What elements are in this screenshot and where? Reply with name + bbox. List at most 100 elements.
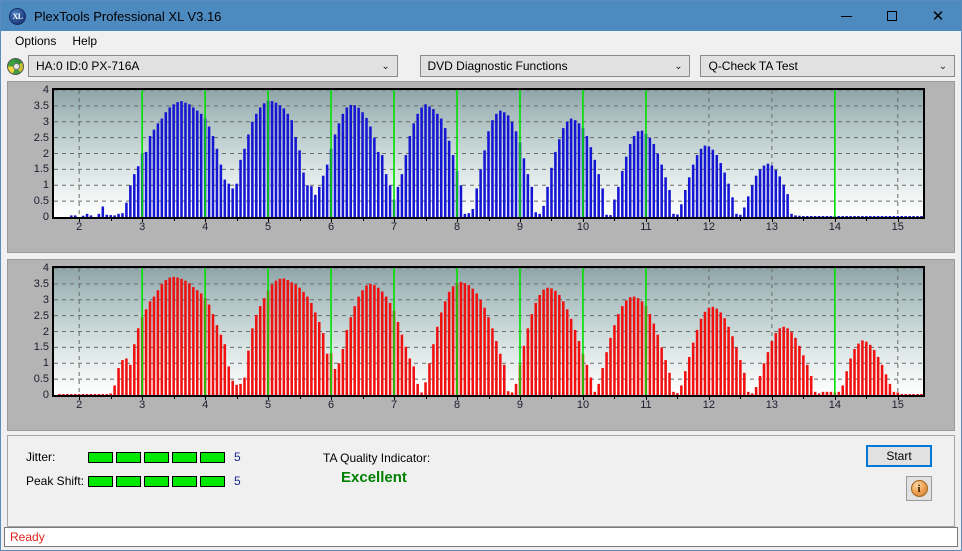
chart-bar: [349, 317, 353, 395]
chart-bar: [70, 394, 73, 395]
chart-bar: [73, 215, 77, 217]
chart-bar: [872, 349, 876, 395]
chart-bar: [743, 372, 746, 395]
chart-bar: [491, 328, 494, 395]
chart-bar: [345, 329, 349, 395]
chart-bar: [770, 165, 774, 217]
y-tick-label: 2.5: [33, 309, 49, 322]
chart-bar: [231, 188, 234, 217]
chart-bar: [255, 314, 258, 395]
function-select[interactable]: DVD Diagnostic Functions ⌄: [419, 55, 691, 77]
chart-bar: [597, 174, 600, 217]
chart-bar: [684, 371, 687, 395]
minimize-button[interactable]: [823, 1, 869, 31]
menu-item-options[interactable]: Options: [7, 32, 64, 50]
chart-bar: [558, 139, 561, 217]
chart-bar: [522, 158, 526, 217]
chart-bar: [601, 188, 604, 217]
chart-bar: [475, 188, 478, 217]
chart-bar: [778, 176, 782, 217]
chart-bar: [711, 149, 715, 217]
chart-bar: [660, 164, 663, 217]
ta-quality-label: TA Quality Indicator:: [323, 451, 431, 465]
chart-bar: [447, 291, 451, 395]
chart-bar: [278, 105, 282, 217]
chart-bar: [251, 121, 254, 217]
chart-bar: [192, 107, 195, 217]
chart-bar: [156, 290, 160, 395]
meter-segment: [88, 451, 113, 463]
chart-bar: [101, 394, 105, 395]
maximize-button[interactable]: [869, 1, 915, 31]
chart-bar: [459, 281, 463, 395]
chart-bar: [227, 366, 231, 395]
chart-bar: [85, 213, 89, 217]
chart-bar: [573, 329, 577, 395]
chart-bar: [282, 108, 286, 217]
chart-bar: [794, 337, 797, 395]
chart-bar: [298, 287, 301, 395]
test-select[interactable]: Q-Check TA Test ⌄: [700, 55, 955, 77]
chart-bar: [609, 337, 612, 395]
chart-bar: [290, 282, 293, 395]
y-tick-label: 3: [42, 115, 49, 128]
chart-bar: [691, 164, 695, 217]
chart-bar: [589, 377, 593, 395]
info-button[interactable]: i: [906, 476, 932, 501]
chart-bar: [451, 155, 455, 217]
chart-bar: [388, 185, 392, 217]
chart-bar: [884, 216, 888, 217]
application-window: XL PlexTools Professional XL V3.16 ✕ Opt…: [0, 0, 962, 551]
charts-area: 0 0.5 1 1.5 2 2.5 3 3.5 4 2 3 4 5 6 7 8 9 10 11 12 13 14 15 0…: [1, 81, 961, 431]
close-button[interactable]: ✕: [915, 1, 961, 31]
chart-bar: [920, 394, 923, 395]
chart-bar: [93, 394, 97, 395]
chart-bar: [648, 137, 652, 217]
chart-bar: [117, 213, 120, 217]
chart-bar: [81, 215, 85, 217]
chart-bar: [172, 104, 175, 217]
chart-bar: [156, 123, 160, 217]
chart-bar: [849, 216, 852, 217]
chart-bar: [817, 393, 821, 395]
chart-bar: [770, 341, 774, 395]
chart-bar: [321, 333, 325, 395]
chart-bar: [109, 215, 112, 217]
chart-bar: [762, 165, 766, 217]
chart-bar: [632, 296, 636, 395]
chart-bar: [896, 216, 900, 217]
chart-bar: [239, 383, 242, 395]
chart-bar: [908, 216, 911, 217]
chart-bar: [306, 296, 309, 395]
meter-segment: [88, 475, 113, 487]
chart-bar: [412, 123, 415, 217]
x-axis-ticks: [8, 396, 954, 401]
chart-bar: [333, 368, 337, 395]
chart-bar: [758, 375, 762, 395]
chart-bar: [471, 288, 475, 395]
peak-shift-value: 5: [234, 474, 241, 488]
start-button[interactable]: Start: [866, 445, 932, 467]
drive-select[interactable]: HA:0 ID:0 PX-716A ⌄: [28, 55, 398, 77]
chart-bar: [676, 393, 679, 395]
chart-bar: [613, 325, 616, 395]
chart-bar: [624, 156, 628, 217]
chart-bar: [707, 307, 711, 395]
menu-item-help[interactable]: Help: [64, 32, 105, 50]
chart-bar: [865, 341, 868, 395]
chart-bar: [262, 298, 266, 395]
chart-bar: [853, 216, 856, 217]
chart-bar: [184, 102, 187, 217]
y-tick-label: 0.5: [33, 195, 49, 208]
chart-bar: [762, 363, 766, 395]
chart-bar: [664, 360, 667, 395]
chart-bar: [750, 393, 754, 395]
chart-bar: [680, 385, 683, 395]
chart-bar: [766, 352, 770, 395]
chart-bar: [841, 385, 844, 395]
y-tick-label: 3: [42, 293, 49, 306]
chart-bar: [113, 215, 116, 217]
chart-bar: [215, 325, 219, 395]
chart-bar: [239, 159, 242, 217]
chart-bar: [554, 290, 557, 395]
